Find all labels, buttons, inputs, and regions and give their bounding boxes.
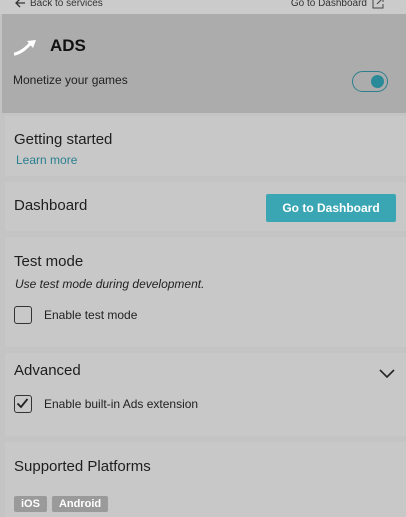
chevron-down-icon[interactable] (379, 369, 395, 379)
supported-platforms-title: Supported Platforms (14, 458, 151, 475)
enable-ads-extension-label: Enable built-in Ads extension (44, 397, 199, 411)
dashboard-title: Dashboard (14, 197, 88, 214)
go-to-dashboard-link[interactable]: Go to Dashboard (291, 0, 384, 9)
learn-more-link[interactable]: Learn more (16, 153, 77, 167)
go-to-dashboard-label: Go to Dashboard (290, 0, 367, 9)
go-to-dashboard-button[interactable]: Go to Dashboard (266, 194, 396, 222)
arrow-left-icon (15, 0, 25, 8)
enable-test-mode-label: Enable test mode (44, 308, 138, 322)
monetize-label: Monetize your games (13, 73, 128, 87)
test-mode-subtitle: Use test mode during development. (15, 277, 205, 291)
back-to-services-link[interactable]: Back to services (14, 0, 103, 9)
advanced-section: Advanced Enable built-in Ads extension (5, 353, 406, 436)
enable-ads-extension-checkbox[interactable] (14, 395, 32, 413)
test-mode-section: Test mode Use test mode during developme… (5, 237, 406, 347)
checkmark-icon (16, 398, 29, 409)
external-link-icon (372, 0, 384, 9)
platform-tag-android: Android (51, 496, 109, 512)
getting-started-section: Getting started Learn more (5, 116, 406, 176)
ads-header: ADS Monetize your games (2, 14, 406, 113)
back-to-services-label: Back to services (30, 0, 103, 9)
ads-logo-icon (14, 40, 36, 56)
supported-platforms-section: Supported Platforms iOS Android (5, 442, 406, 517)
platform-tags: iOS Android (14, 496, 109, 512)
monetize-toggle[interactable] (352, 71, 388, 92)
toggle-knob (371, 75, 384, 88)
page-title: ADS (50, 36, 86, 55)
dashboard-section: Dashboard Go to Dashboard (5, 182, 406, 231)
test-mode-title: Test mode (14, 253, 84, 270)
advanced-title: Advanced (14, 362, 81, 379)
top-bar: Back to services Go to Dashboard (0, 0, 406, 14)
platform-tag-ios: iOS (14, 496, 47, 512)
enable-test-mode-checkbox[interactable] (14, 306, 32, 324)
getting-started-title: Getting started (14, 131, 113, 148)
